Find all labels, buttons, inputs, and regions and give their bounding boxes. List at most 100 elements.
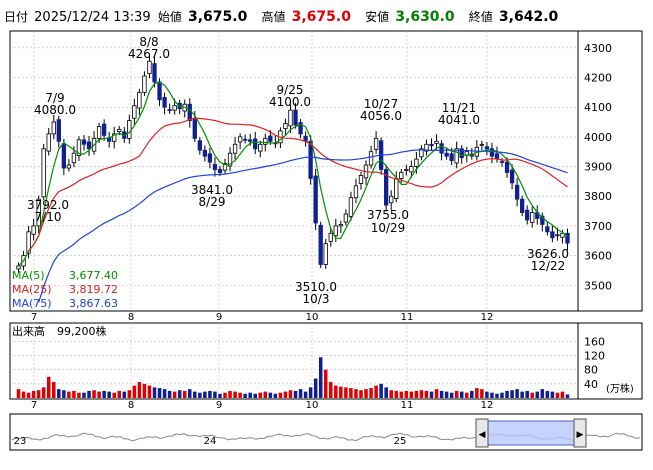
volume-bar [147,385,152,398]
volume-bar [208,390,212,398]
navigator-left-arrow-icon: ◀ [479,430,486,440]
volume-bar [137,382,142,398]
volume-bar [278,392,283,398]
candle-body [51,121,56,135]
volume-bar [67,391,71,398]
candle-body [137,91,142,109]
candle-body [96,126,102,139]
volume-bar [87,390,91,398]
candle-body [187,103,192,121]
volume-bar [520,391,524,398]
candle-body [288,109,293,127]
navigator-tick-label: 25 [394,436,407,447]
price-tick-label: 4200 [584,72,612,85]
candle-body [318,224,323,265]
volume-bar [475,388,479,398]
volume-bar [565,394,570,398]
volume-bar [92,390,96,398]
volume-tick-label: 80 [584,364,598,377]
volume-bar [313,378,318,398]
ma5-legend-value: 3,677.40 [69,269,118,282]
candle-body [338,224,344,227]
volume-bar [535,391,540,398]
volume-bar [82,392,86,398]
volume-bar [464,392,469,398]
candle-body [263,137,268,145]
candle-body [358,175,364,184]
price-tick-label: 4000 [584,131,612,144]
volume-tick-label: 120 [584,349,605,362]
candle-body [555,234,560,237]
candle-body [142,75,147,93]
volume-bar [52,382,56,398]
volume-bar [243,393,247,398]
x-tick-label: 10 [306,312,319,323]
candle-body [509,169,515,184]
volume-bar [308,387,313,398]
candle-body [530,212,535,223]
chart-frame: 日付 2025/12/24 13:39 始値 3,675.0 高値 3,675.… [0,0,653,470]
candle-body [86,141,92,150]
volume-bar [263,391,268,398]
volume-value: 99,200株 [57,324,107,338]
volume-bar [339,386,343,398]
volume-bar [525,390,529,398]
volume-bar [298,389,303,398]
volume-bar [303,391,308,398]
volume-bar [424,390,429,398]
x-tick-label: 7 [31,312,37,323]
candle-body [348,197,354,217]
volume-bar [41,387,46,398]
candle-body [157,81,162,101]
candle-body [414,158,419,167]
candle-body [61,143,67,169]
volume-bar [142,383,147,398]
volume-bar [162,389,167,398]
volume-bar [288,390,293,398]
x-tick-label: 12 [481,312,494,323]
volume-bar [127,390,132,398]
volume-bar [248,392,252,398]
candle-body [333,225,338,237]
candle-body [439,143,444,154]
volume-bar [268,392,273,398]
volume-bar [555,392,560,398]
volume-bar [515,389,519,398]
candle-body [550,231,555,239]
candle-body [353,185,359,199]
volume-unit: (万株) [606,382,634,395]
volume-bar [359,390,363,398]
candle-body [444,152,449,157]
volume-bar [228,390,232,398]
volume-bar [318,357,323,398]
candle-body [409,166,414,173]
candle-body [167,109,172,111]
candle-body [293,109,298,126]
candle-body [127,120,132,139]
candle-body [328,232,333,242]
volume-bar [62,390,66,398]
candle-body [514,184,520,200]
volume-bar [157,388,162,398]
volume-label: 出来高 [12,324,45,338]
volume-bar [253,393,257,398]
volume-bar [495,393,499,398]
candle-body [373,137,379,150]
volume-bar [364,389,368,398]
price-tick-label: 3700 [584,220,612,233]
candle-body [253,138,258,150]
volume-bar [404,390,409,398]
volume-bar [480,389,484,398]
volume-bar [454,390,459,398]
volume-bar [26,392,31,398]
navigator-tick-label: 24 [204,436,217,447]
volume-bar [117,390,122,398]
volume-bar [283,391,288,398]
candle-body [56,119,61,142]
candle-body [399,172,404,179]
x-tick-label: 11 [401,312,414,323]
volume-bar [152,387,157,398]
volume-bar [203,391,207,398]
candle-body [101,123,107,136]
candle-body [323,243,328,265]
